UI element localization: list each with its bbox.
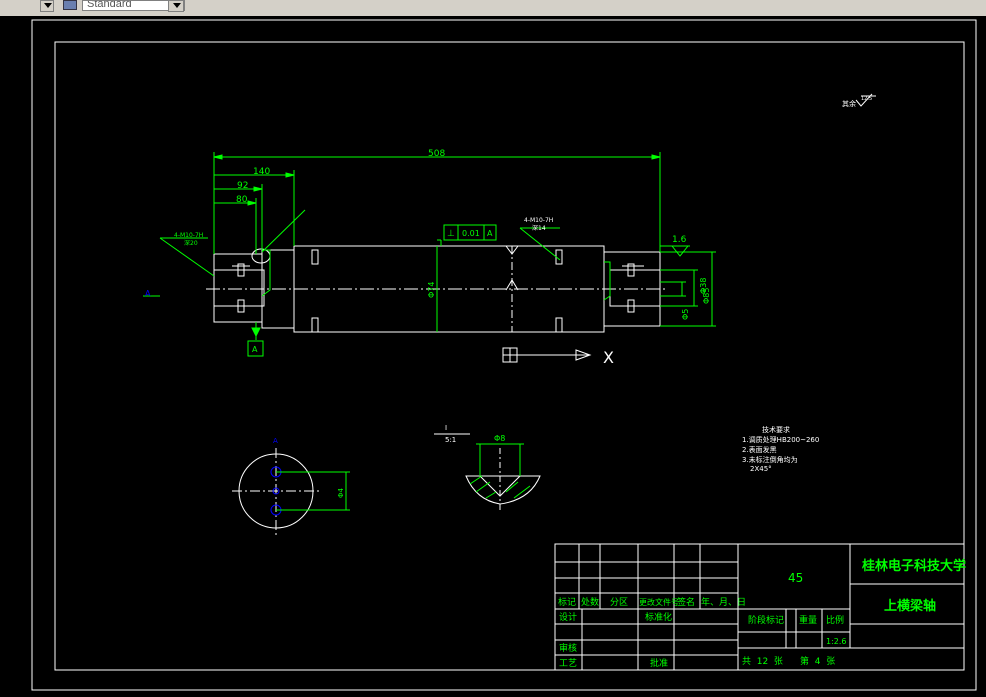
right-callout-2: 深14 (532, 224, 546, 232)
process-label: 工艺 (559, 658, 577, 669)
roughness-value: 12.5 (861, 96, 872, 102)
section-marker-label: A (145, 289, 151, 298)
section-a-view (232, 448, 320, 535)
dim-diameter-main: Φ74 (427, 282, 436, 298)
review-label: 审核 (559, 642, 577, 654)
col-label-zone: 分区 (610, 597, 628, 608)
roughness-note: 其余 (842, 99, 856, 108)
design-label: 设计 (559, 611, 577, 623)
tech-item-2: 2.表面发黑 (742, 445, 777, 454)
dim-140: 140 (253, 167, 270, 177)
col-label-count: 处数 (581, 596, 599, 608)
approve-label: 批准 (650, 657, 668, 669)
scale-value: 1:2.6 (826, 637, 847, 646)
detail-label: I (445, 424, 447, 432)
tech-item-3: 3.未标注倒角均为 (742, 455, 798, 464)
ucs-icon (502, 347, 592, 363)
dim-right-3: Φ5 (681, 309, 690, 320)
datum-label: A (252, 345, 258, 354)
detail-scale: 5:1 (445, 436, 456, 444)
axis-x-label: X (603, 348, 614, 367)
section-a-label: A (273, 437, 278, 445)
right-callout-1: 4-M10-7H (524, 217, 553, 224)
col-label-signature: 签名 (677, 596, 695, 608)
university-name: 桂林电子科技大学 (861, 558, 966, 574)
standard-label: 标准化 (645, 611, 672, 623)
col-label-change-doc: 更改文件号 (639, 597, 679, 607)
dim-right-roughness: 1.6 (672, 235, 687, 245)
cad-drawing: X 508 140 92 80 Φ74 Φ85 Φ38 Φ5 1.6 4-M10… (31, 19, 977, 691)
tolerance-value: 0.01 (462, 229, 480, 238)
dim-right-1: Φ38 (699, 278, 708, 294)
dim-overall-length: 508 (428, 149, 445, 159)
dim-80: 80 (236, 195, 248, 205)
detail-dim: Φ8 (494, 434, 505, 443)
tech-title: 技术要求 (762, 425, 790, 434)
left-callout-1: 4-M10-7H (174, 232, 203, 239)
tolerance-datum: A (487, 229, 493, 238)
left-callout-2: 深20 (184, 239, 198, 247)
flange-outline (261, 249, 611, 301)
scale-label: 比例 (826, 614, 844, 626)
col-label-date: 年、月、日 (701, 596, 746, 608)
dim-92: 92 (237, 181, 248, 191)
col-label-mark: 标记 (558, 596, 576, 608)
sheet-info: 共 12 张 第 4 张 (742, 655, 835, 667)
section-a-dim: Φ4 (337, 487, 345, 498)
material-value: 45 (788, 571, 803, 585)
stage-label: 阶段标记 (748, 614, 784, 626)
dimension-arrows (213, 154, 661, 206)
tolerance-symbol: ⊥ (447, 229, 455, 239)
tech-item-1: 1.调质处理HB200~260 (742, 435, 819, 444)
part-name: 上横梁轴 (884, 598, 936, 614)
weight-label: 重量 (799, 614, 817, 626)
tech-item-4: 2X45° (750, 465, 772, 473)
